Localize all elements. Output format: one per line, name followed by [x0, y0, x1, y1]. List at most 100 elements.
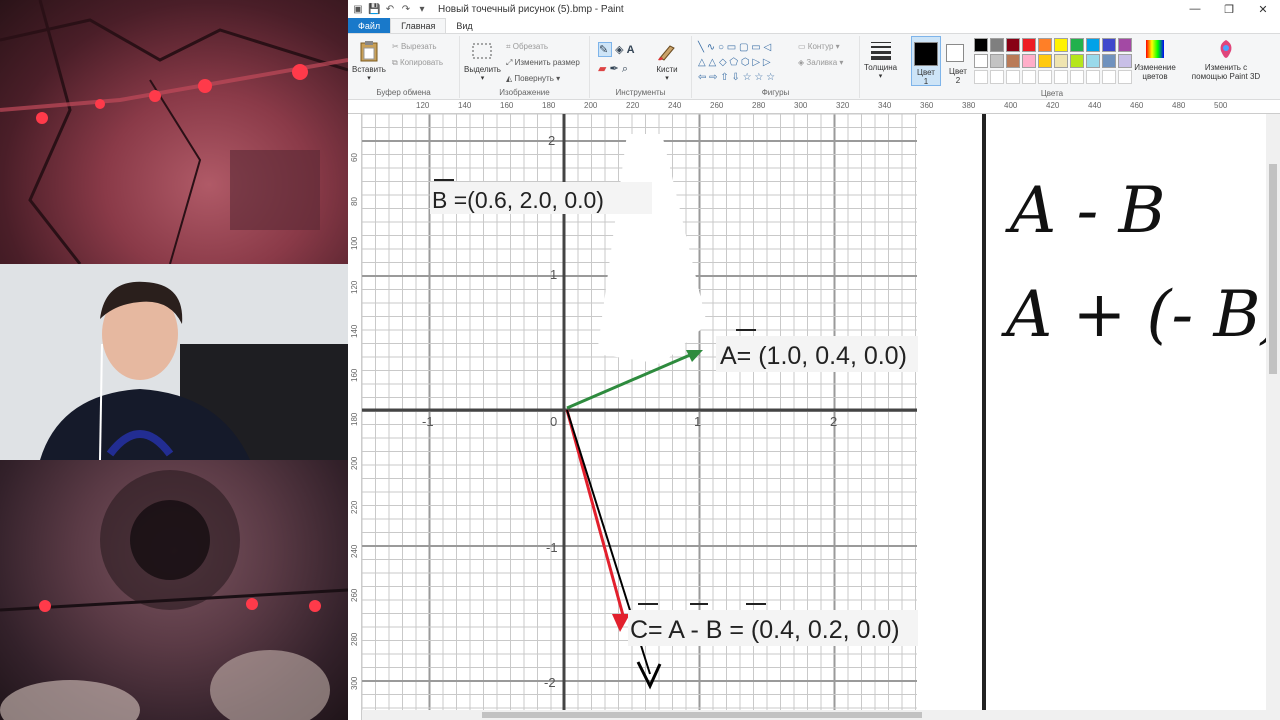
ruler-v-tick: 220 — [350, 500, 359, 514]
thickness-dropdown-icon: ▾ — [878, 73, 883, 80]
palette-swatch-empty[interactable] — [1086, 70, 1100, 84]
magnifier-icon[interactable]: ⌕ — [622, 63, 628, 75]
copy-button[interactable]: ⧉ Копировать — [392, 58, 443, 68]
palette-swatch-empty[interactable] — [1102, 70, 1116, 84]
ruler-h-tick: 260 — [710, 101, 724, 110]
palette-swatch[interactable] — [1022, 38, 1036, 52]
maximize-button[interactable]: ❐ — [1212, 0, 1246, 18]
palette-swatch[interactable] — [1086, 54, 1100, 68]
palette-swatch[interactable] — [1038, 54, 1052, 68]
outline-icon: ▭ — [798, 42, 808, 51]
color-palette[interactable] — [974, 38, 1132, 88]
cut-button[interactable]: ✂ Вырезать — [392, 42, 437, 51]
save-icon[interactable]: 💾 — [368, 4, 380, 15]
drawing-canvas[interactable]: -1 0 1 2 2 1 -1 -2 B =(0.6, 2.0, 0.0) A=… — [362, 114, 1266, 710]
ribbon: Вставить ▾ ✂ Вырезать ⧉ Копировать Буфер… — [348, 34, 1280, 100]
undo-icon[interactable]: ↶ — [384, 4, 396, 15]
image-group: Выделить ▾ ⌗ Обрезать ⤢ Изменить размер … — [460, 36, 590, 98]
palette-swatch-empty[interactable] — [974, 70, 988, 84]
vertical-scroll-thumb[interactable] — [1269, 164, 1277, 374]
palette-swatch-empty[interactable] — [1070, 70, 1084, 84]
ruler-h-tick: 200 — [584, 101, 598, 110]
palette-swatch[interactable] — [1086, 38, 1100, 52]
palette-swatch[interactable] — [990, 54, 1004, 68]
ruler-h-tick: 500 — [1214, 101, 1228, 110]
ruler-v-tick: 160 — [350, 368, 359, 382]
tab-home[interactable]: Главная — [390, 18, 447, 33]
clipboard-group-label: Буфер обмена — [376, 88, 431, 97]
color1-label: Цвет — [917, 68, 935, 77]
palette-swatch[interactable] — [974, 38, 988, 52]
palette-swatch-empty[interactable] — [1054, 70, 1068, 84]
rotate-button[interactable]: ◭ Повернуть ▾ — [506, 74, 560, 83]
ruler-h-tick: 220 — [626, 101, 640, 110]
tools-grid: ✎ ◈ A — [598, 42, 635, 57]
image-group-label: Изображение — [499, 88, 550, 97]
close-button[interactable]: ✕ — [1246, 0, 1280, 18]
ruler-h-tick: 180 — [542, 101, 556, 110]
eraser-icon[interactable]: ▰ — [598, 63, 606, 75]
pencil-icon[interactable]: ✎ — [598, 42, 612, 57]
palette-swatch[interactable] — [974, 54, 988, 68]
palette-swatch[interactable] — [1006, 38, 1020, 52]
ruler-h-tick: 280 — [752, 101, 766, 110]
redo-icon[interactable]: ↷ — [400, 4, 412, 15]
edit-colors-button[interactable]: Изменение цветов — [1130, 38, 1180, 81]
palette-swatch[interactable] — [1006, 54, 1020, 68]
brushes-button[interactable]: Кисти ▾ — [656, 40, 678, 82]
webcam-person — [0, 264, 348, 460]
horizontal-scroll-thumb[interactable] — [482, 712, 922, 718]
palette-swatch[interactable] — [1070, 54, 1084, 68]
ruler-h-tick: 340 — [878, 101, 892, 110]
tools-grid-row2: ▰ ✒ ⌕ — [598, 62, 628, 76]
color2-number: 2 — [955, 76, 961, 85]
label-b: B =(0.6, 2.0, 0.0) — [432, 187, 604, 213]
tab-file[interactable]: Файл — [348, 18, 391, 33]
ruler-h-tick: 380 — [962, 101, 976, 110]
color2-button[interactable]: Цвет 2 — [944, 36, 972, 86]
color-picker-icon[interactable]: ✒ — [610, 63, 619, 75]
text-icon[interactable]: A — [627, 44, 635, 56]
ruler-v-tick: 60 — [350, 153, 359, 162]
shapes-row-3: ⇦ ⇨ ⇧ ⇩ ☆ ☆ ☆ — [698, 72, 776, 83]
palette-swatch[interactable] — [1022, 54, 1036, 68]
customize-dropdown-icon[interactable]: ▾ — [416, 4, 428, 15]
paint3d-button[interactable]: Изменить с помощью Paint 3D — [1186, 38, 1266, 81]
palette-swatch[interactable] — [1102, 38, 1116, 52]
shapes-group: ╲ ∿ ○ ▭ ▢ ▭ ◁ △ △ ◇ ⬠ ⬡ ▷ ▷ ⇦ ⇨ ⇧ ⇩ ☆ ☆ … — [692, 36, 860, 98]
resize-button[interactable]: ⤢ Изменить размер — [506, 58, 580, 68]
x-tick-2: 2 — [830, 414, 837, 429]
game-scene-top — [0, 0, 348, 264]
paste-button[interactable]: Вставить ▾ — [352, 40, 386, 82]
crop-button[interactable]: ⌗ Обрезать — [506, 42, 548, 52]
color1-button[interactable]: Цвет 1 — [911, 36, 941, 86]
tab-view[interactable]: Вид — [446, 18, 482, 33]
palette-swatch-empty[interactable] — [990, 70, 1004, 84]
palette-swatch-empty[interactable] — [1006, 70, 1020, 84]
select-button[interactable]: Выделить ▾ — [464, 40, 501, 82]
vector-c-arrow — [565, 409, 626, 620]
y-tick-neg2: -2 — [544, 675, 556, 690]
palette-swatch[interactable] — [1038, 38, 1052, 52]
fill-icon[interactable]: ◈ — [615, 44, 623, 56]
palette-swatch[interactable] — [1054, 38, 1068, 52]
palette-swatch-empty[interactable] — [1038, 70, 1052, 84]
palette-swatch[interactable] — [990, 38, 1004, 52]
palette-swatch[interactable] — [1070, 38, 1084, 52]
fill-button[interactable]: ◈ Заливка ▾ — [798, 58, 843, 67]
window-title: Новый точечный рисунок (5).bmp - Paint — [438, 3, 624, 15]
palette-swatch[interactable] — [1054, 54, 1068, 68]
palette-swatch-empty[interactable] — [1022, 70, 1036, 84]
minimize-button[interactable]: — — [1178, 0, 1212, 18]
shapes-gallery[interactable]: ╲ ∿ ○ ▭ ▢ ▭ ◁ △ △ ◇ ⬠ ⬡ ▷ ▷ ⇦ ⇨ ⇧ ⇩ ☆ ☆ … — [698, 40, 775, 85]
palette-swatch[interactable] — [1102, 54, 1116, 68]
select-dropdown-icon: ▾ — [480, 75, 485, 82]
x-tick-neg1: -1 — [422, 414, 434, 429]
outline-button[interactable]: ▭ Контур ▾ — [798, 42, 840, 51]
horizontal-scrollbar[interactable] — [362, 710, 1266, 720]
video-column — [0, 0, 348, 720]
paint-app-icon: ▣ — [353, 3, 363, 15]
ruler-h-tick: 240 — [668, 101, 682, 110]
vertical-scrollbar[interactable] — [1266, 114, 1280, 710]
thickness-button[interactable]: Толщина ▾ — [864, 38, 897, 80]
